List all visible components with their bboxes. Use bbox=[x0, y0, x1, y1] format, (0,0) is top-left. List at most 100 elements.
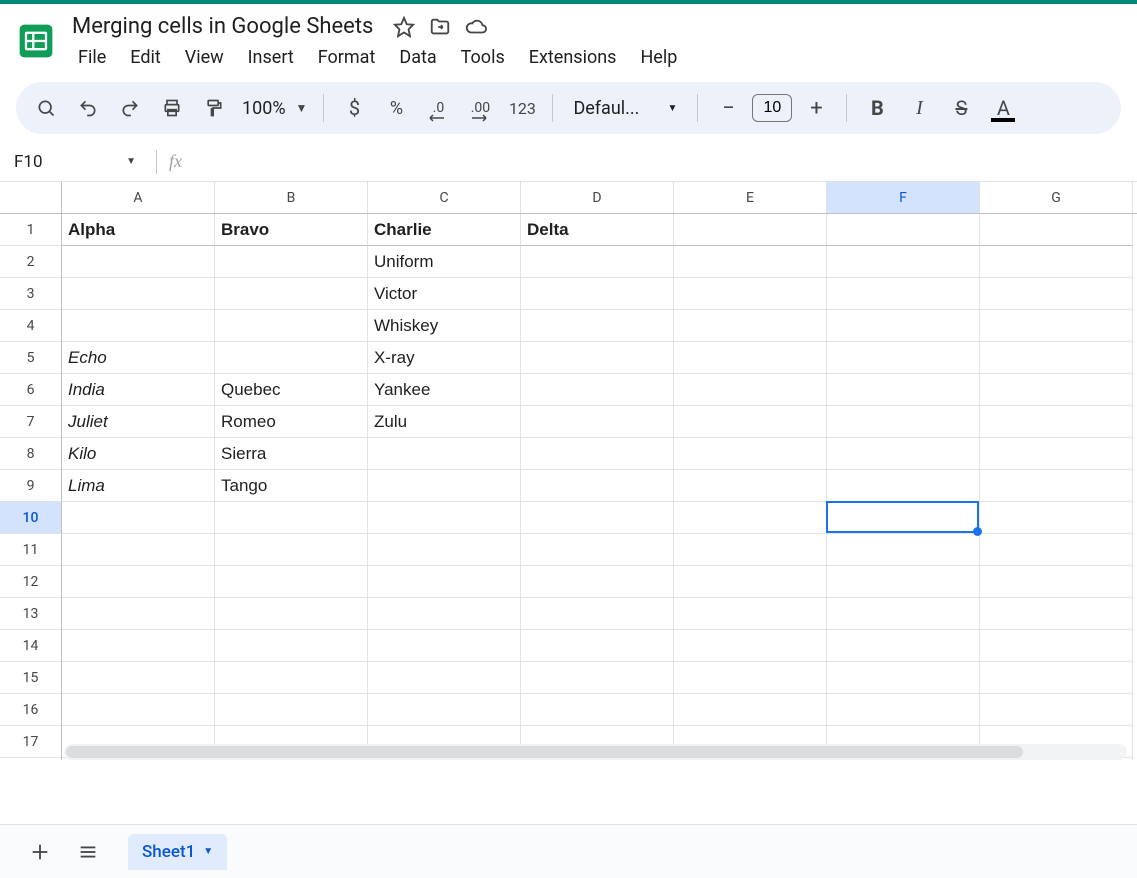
row-header-12[interactable]: 12 bbox=[0, 566, 62, 598]
cell-B5[interactable] bbox=[215, 342, 368, 374]
cell-C12[interactable] bbox=[368, 566, 521, 598]
column-header-E[interactable]: E bbox=[674, 182, 827, 213]
cell-A10[interactable] bbox=[62, 502, 215, 534]
row-header-13[interactable]: 13 bbox=[0, 598, 62, 630]
star-icon[interactable] bbox=[393, 16, 415, 38]
cell-B13[interactable] bbox=[215, 598, 368, 630]
cell-A3[interactable] bbox=[62, 278, 215, 310]
cell-G8[interactable] bbox=[980, 438, 1133, 470]
cell-G7[interactable] bbox=[980, 406, 1133, 438]
cell-D15[interactable] bbox=[521, 662, 674, 694]
cell-F16[interactable] bbox=[827, 694, 980, 726]
cell-D7[interactable] bbox=[521, 406, 674, 438]
cell-B11[interactable] bbox=[215, 534, 368, 566]
row-header-10[interactable]: 10 bbox=[0, 502, 62, 534]
cell-C11[interactable] bbox=[368, 534, 521, 566]
cell-D4[interactable] bbox=[521, 310, 674, 342]
cell-C5[interactable]: X-ray bbox=[368, 342, 521, 374]
cell-C7[interactable]: Zulu bbox=[368, 406, 521, 438]
sheets-logo[interactable] bbox=[16, 12, 56, 66]
cell-D1[interactable]: Delta bbox=[521, 214, 674, 246]
column-header-G[interactable]: G bbox=[980, 182, 1133, 213]
cell-E2[interactable] bbox=[674, 246, 827, 278]
add-sheet-button[interactable] bbox=[18, 830, 62, 874]
row-header-7[interactable]: 7 bbox=[0, 406, 62, 438]
cell-G2[interactable] bbox=[980, 246, 1133, 278]
row-header-4[interactable]: 4 bbox=[0, 310, 62, 342]
cell-C6[interactable]: Yankee bbox=[368, 374, 521, 406]
cell-A8[interactable]: Kilo bbox=[62, 438, 215, 470]
cell-G6[interactable] bbox=[980, 374, 1133, 406]
cell-D13[interactable] bbox=[521, 598, 674, 630]
cell-A6[interactable]: India bbox=[62, 374, 215, 406]
cell-G15[interactable] bbox=[980, 662, 1133, 694]
cell-D2[interactable] bbox=[521, 246, 674, 278]
menu-format[interactable]: Format bbox=[308, 43, 386, 72]
column-header-D[interactable]: D bbox=[521, 182, 674, 213]
cell-G1[interactable] bbox=[980, 214, 1133, 246]
cell-C10[interactable] bbox=[368, 502, 521, 534]
cell-C2[interactable]: Uniform bbox=[368, 246, 521, 278]
cell-F6[interactable] bbox=[827, 374, 980, 406]
cell-E8[interactable] bbox=[674, 438, 827, 470]
cell-A5[interactable]: Echo bbox=[62, 342, 215, 374]
row-header-11[interactable]: 11 bbox=[0, 534, 62, 566]
row-header-1[interactable]: 1 bbox=[0, 214, 62, 246]
column-header-B[interactable]: B bbox=[215, 182, 368, 213]
cell-C8[interactable] bbox=[368, 438, 521, 470]
select-all-corner[interactable] bbox=[0, 182, 62, 213]
format-percent-button[interactable]: % bbox=[378, 90, 414, 126]
cell-F13[interactable] bbox=[827, 598, 980, 630]
cell-B9[interactable]: Tango bbox=[215, 470, 368, 502]
cell-G10[interactable] bbox=[980, 502, 1133, 534]
decrease-font-size-button[interactable]: − bbox=[710, 90, 746, 126]
cell-B2[interactable] bbox=[215, 246, 368, 278]
cell-B4[interactable] bbox=[215, 310, 368, 342]
formula-bar-input[interactable] bbox=[190, 147, 1137, 177]
cell-B7[interactable]: Romeo bbox=[215, 406, 368, 438]
row-header-18[interactable]: 18 bbox=[0, 758, 62, 760]
column-header-C[interactable]: C bbox=[368, 182, 521, 213]
cell-E7[interactable] bbox=[674, 406, 827, 438]
cell-D11[interactable] bbox=[521, 534, 674, 566]
cell-E13[interactable] bbox=[674, 598, 827, 630]
cell-A13[interactable] bbox=[62, 598, 215, 630]
cell-A9[interactable]: Lima bbox=[62, 470, 215, 502]
cell-E15[interactable] bbox=[674, 662, 827, 694]
cell-B3[interactable] bbox=[215, 278, 368, 310]
cell-G16[interactable] bbox=[980, 694, 1133, 726]
document-title[interactable]: Merging cells in Google Sheets bbox=[66, 12, 379, 41]
cell-E6[interactable] bbox=[674, 374, 827, 406]
cell-G12[interactable] bbox=[980, 566, 1133, 598]
column-header-A[interactable]: A bbox=[62, 182, 215, 213]
cell-A15[interactable] bbox=[62, 662, 215, 694]
format-currency-button[interactable]: $ bbox=[336, 90, 372, 126]
menu-view[interactable]: View bbox=[175, 43, 234, 72]
chevron-down-icon[interactable]: ▼ bbox=[203, 846, 213, 857]
zoom-select[interactable]: 100% ▼ bbox=[238, 98, 311, 119]
row-header-14[interactable]: 14 bbox=[0, 630, 62, 662]
row-header-15[interactable]: 15 bbox=[0, 662, 62, 694]
print-icon[interactable] bbox=[154, 90, 190, 126]
cell-E10[interactable] bbox=[674, 502, 827, 534]
cell-E4[interactable] bbox=[674, 310, 827, 342]
menu-help[interactable]: Help bbox=[630, 43, 687, 72]
increase-decimal-button[interactable]: .00 bbox=[462, 90, 498, 126]
row-header-17[interactable]: 17 bbox=[0, 726, 62, 758]
cell-B14[interactable] bbox=[215, 630, 368, 662]
cell-C4[interactable]: Whiskey bbox=[368, 310, 521, 342]
cell-D5[interactable] bbox=[521, 342, 674, 374]
cell-A16[interactable] bbox=[62, 694, 215, 726]
cell-B1[interactable]: Bravo bbox=[215, 214, 368, 246]
cell-E5[interactable] bbox=[674, 342, 827, 374]
cell-G14[interactable] bbox=[980, 630, 1133, 662]
cloud-status-icon[interactable] bbox=[465, 16, 487, 38]
cell-F5[interactable] bbox=[827, 342, 980, 374]
cell-F4[interactable] bbox=[827, 310, 980, 342]
row-header-2[interactable]: 2 bbox=[0, 246, 62, 278]
menu-extensions[interactable]: Extensions bbox=[519, 43, 627, 72]
cell-E12[interactable] bbox=[674, 566, 827, 598]
cell-D12[interactable] bbox=[521, 566, 674, 598]
cell-E1[interactable] bbox=[674, 214, 827, 246]
row-header-6[interactable]: 6 bbox=[0, 374, 62, 406]
